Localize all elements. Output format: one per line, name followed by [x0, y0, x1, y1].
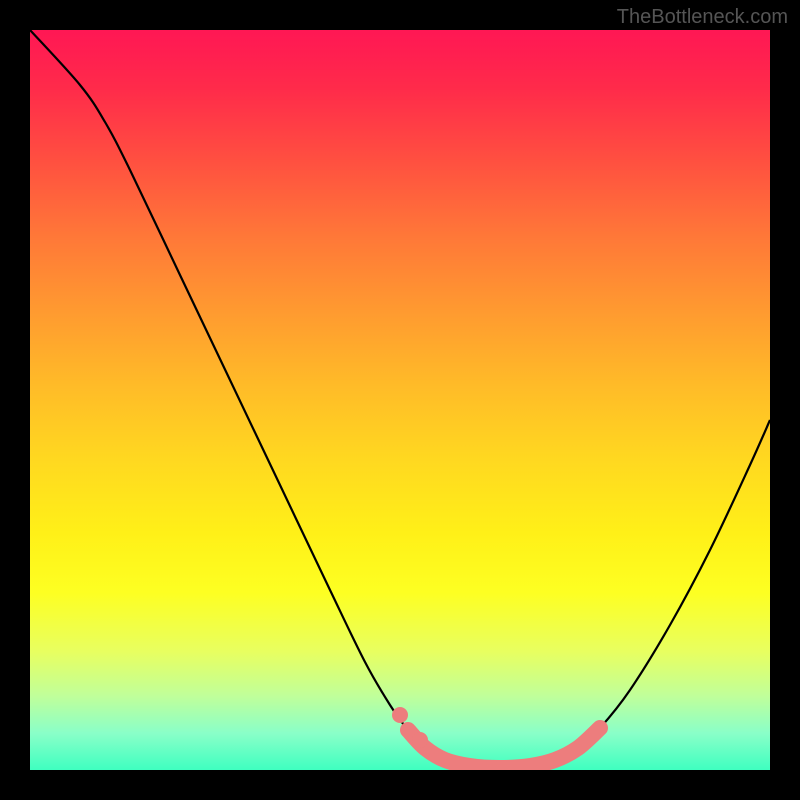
watermark-text: TheBottleneck.com — [617, 6, 788, 29]
highlight-dot — [412, 732, 428, 748]
plot-area — [30, 30, 770, 770]
curve-svg — [30, 30, 770, 770]
highlight-band — [408, 728, 600, 768]
highlight-dot — [392, 707, 408, 723]
bottleneck-curve — [30, 30, 770, 768]
chart-container: TheBottleneck.com — [0, 0, 800, 800]
